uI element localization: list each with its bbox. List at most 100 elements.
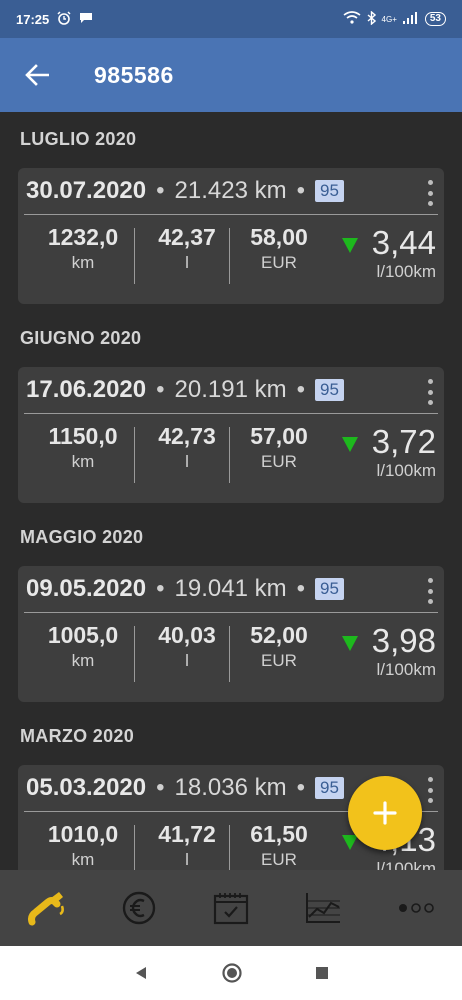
fuel-type-badge: 95 bbox=[315, 578, 344, 600]
refuel-date: 05.03.2020 bbox=[26, 774, 147, 801]
cost-unit: EUR bbox=[261, 253, 297, 272]
add-refuel-button[interactable] bbox=[348, 776, 422, 850]
divider bbox=[24, 612, 438, 613]
separator-dot: • bbox=[296, 774, 306, 801]
distance-unit: km bbox=[71, 850, 95, 869]
refuel-date: 09.05.2020 bbox=[26, 575, 147, 602]
month-header: GIUGNO 2020 bbox=[20, 328, 142, 348]
divider bbox=[134, 228, 135, 284]
bluetooth-icon bbox=[367, 9, 376, 28]
distance-value: 1232,0 bbox=[47, 224, 119, 250]
separator-dot: • bbox=[156, 376, 165, 403]
fuel-log-list[interactable]: LUGLIO 2020 30.07.2020 • 21.423 km • 95 … bbox=[0, 112, 462, 870]
system-navigation-bar bbox=[0, 946, 462, 1000]
refuel-date: 17.06.2020 bbox=[26, 376, 147, 403]
nav-item-reminders[interactable] bbox=[185, 870, 277, 946]
alarm-icon bbox=[57, 10, 71, 28]
recents-square-icon[interactable] bbox=[315, 966, 329, 980]
month-header: MARZO 2020 bbox=[20, 726, 135, 746]
divider bbox=[134, 427, 135, 483]
consumption-unit: l/100km bbox=[376, 660, 436, 679]
month-header: LUGLIO 2020 bbox=[20, 129, 137, 149]
distance-value: 1010,0 bbox=[47, 821, 119, 847]
nav-item-statistics[interactable] bbox=[277, 870, 369, 946]
distance-value: 1150,0 bbox=[48, 423, 118, 449]
distance-value: 1005,0 bbox=[47, 622, 119, 648]
more-vert-icon[interactable] bbox=[426, 578, 434, 604]
odometer: 21.423 km bbox=[174, 177, 287, 204]
cost-unit: EUR bbox=[261, 850, 297, 869]
nav-item-costs[interactable] bbox=[92, 870, 184, 946]
divider bbox=[24, 413, 438, 414]
bottom-navigation bbox=[0, 870, 462, 946]
separator-dot: • bbox=[156, 575, 165, 602]
chat-icon bbox=[79, 12, 93, 27]
distance-unit: km bbox=[71, 452, 95, 471]
nav-item-more[interactable] bbox=[370, 870, 462, 946]
more-vert-icon[interactable] bbox=[426, 777, 434, 803]
separator-dot: • bbox=[296, 575, 306, 602]
trend-down-icon bbox=[341, 635, 358, 651]
divider bbox=[229, 427, 230, 483]
wifi-icon bbox=[343, 11, 361, 27]
fuel-pump-icon bbox=[28, 892, 65, 926]
fuel-type-badge: 95 bbox=[315, 180, 344, 202]
separator-dot: • bbox=[156, 774, 165, 801]
liters-value: 42,73 bbox=[158, 423, 216, 449]
divider bbox=[229, 825, 230, 870]
month-header: MAGGIO 2020 bbox=[20, 527, 144, 547]
liters-unit: l bbox=[185, 850, 189, 869]
status-bar: 17:25 4G+ 53 bbox=[0, 0, 462, 38]
distance-unit: km bbox=[71, 253, 95, 272]
divider bbox=[134, 825, 135, 870]
home-circle-icon[interactable] bbox=[221, 962, 243, 984]
liters-value: 41,72 bbox=[158, 821, 216, 847]
cost-value: 61,50 bbox=[250, 821, 308, 847]
fuel-type-badge: 95 bbox=[315, 777, 344, 799]
plus-icon bbox=[373, 801, 397, 825]
divider bbox=[134, 626, 135, 682]
battery-indicator: 53 bbox=[424, 12, 446, 26]
separator-dot: • bbox=[296, 376, 306, 403]
liters-unit: l bbox=[185, 253, 189, 272]
chart-icon bbox=[306, 893, 341, 923]
distance-unit: km bbox=[71, 651, 95, 670]
more-vert-icon[interactable] bbox=[426, 180, 434, 206]
nav-item-refuels[interactable] bbox=[0, 870, 92, 946]
consumption-value: 3,72 bbox=[371, 423, 436, 460]
odometer: 18.036 km bbox=[174, 774, 287, 801]
liters-value: 42,37 bbox=[158, 224, 216, 250]
divider bbox=[229, 626, 230, 682]
refuel-card[interactable]: 17.06.2020 • 20.191 km • 95 1150,0 km 42,… bbox=[18, 367, 444, 503]
status-time: 17:25 bbox=[16, 11, 50, 27]
liters-unit: l bbox=[185, 452, 189, 471]
fuel-type-badge: 95 bbox=[315, 379, 344, 401]
cost-value: 52,00 bbox=[250, 622, 308, 648]
back-arrow-icon[interactable] bbox=[22, 60, 52, 90]
cost-unit: EUR bbox=[261, 452, 297, 471]
consumption-unit: l/100km bbox=[376, 461, 436, 480]
consumption-value: 3,44 bbox=[371, 224, 436, 261]
liters-unit: l bbox=[185, 651, 189, 670]
trend-down-icon bbox=[341, 237, 358, 253]
euro-icon bbox=[122, 891, 155, 925]
odometer: 19.041 km bbox=[174, 575, 287, 602]
cost-unit: EUR bbox=[261, 651, 297, 670]
network-label: 4G+ bbox=[381, 14, 397, 24]
consumption-unit: l/100km bbox=[376, 859, 436, 870]
more-icon bbox=[398, 903, 434, 913]
consumption-unit: l/100km bbox=[376, 262, 436, 281]
calendar-icon bbox=[213, 893, 249, 925]
trend-down-icon bbox=[341, 436, 358, 452]
signal-icon bbox=[402, 11, 419, 27]
cost-value: 57,00 bbox=[250, 423, 308, 449]
refuel-card[interactable]: 09.05.2020 • 19.041 km • 95 1005,0 km 40,… bbox=[18, 566, 444, 702]
refuel-card[interactable]: 30.07.2020 • 21.423 km • 95 1232,0 km 42,… bbox=[18, 168, 444, 304]
more-vert-icon[interactable] bbox=[426, 379, 434, 405]
trend-down-icon bbox=[341, 834, 358, 850]
odometer: 20.191 km bbox=[174, 376, 287, 403]
cost-value: 58,00 bbox=[250, 224, 308, 250]
back-triangle-icon[interactable] bbox=[133, 965, 149, 981]
app-bar: 985586 bbox=[0, 38, 462, 112]
divider bbox=[229, 228, 230, 284]
